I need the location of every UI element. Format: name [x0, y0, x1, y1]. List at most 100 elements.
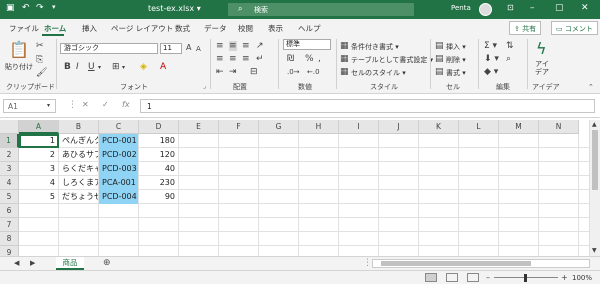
table-cell[interactable]: PCD-004	[99, 190, 138, 204]
borders-icon[interactable]: ⊞	[112, 62, 120, 72]
increase-font-icon[interactable]: A	[186, 43, 191, 53]
align-left-icon[interactable]: ≡	[216, 54, 224, 64]
insert-cells-button[interactable]: 挿入 ▾	[446, 42, 466, 52]
column-header[interactable]: K	[419, 120, 459, 134]
insert-function-icon[interactable]: fx	[122, 100, 130, 109]
table-cell[interactable]: しろくまアイ	[59, 176, 98, 190]
vertical-scroll-thumb[interactable]	[592, 130, 598, 190]
collapse-ribbon-icon[interactable]: ⌃	[588, 82, 594, 92]
delete-cells-button[interactable]: 削除 ▾	[446, 55, 466, 65]
quick-access-menu-icon[interactable]: ▾	[52, 3, 56, 11]
align-middle-icon[interactable]: ≡	[229, 41, 237, 51]
number-format-select[interactable]: 標準	[283, 39, 331, 50]
row-header[interactable]: 7	[0, 218, 19, 232]
tab-view[interactable]: 表示	[268, 23, 283, 34]
minimize-icon[interactable]: –	[530, 3, 535, 13]
enter-icon[interactable]: ✓	[102, 100, 109, 109]
tab-split-icon[interactable]: ⋮	[363, 258, 372, 268]
table-cell[interactable]: 5	[19, 190, 58, 204]
user-name[interactable]: Penta	[451, 4, 471, 12]
zoom-level[interactable]: 100%	[572, 274, 592, 282]
normal-view-icon[interactable]	[425, 273, 437, 282]
comment-button[interactable]: ▭ コメント	[551, 21, 598, 35]
align-top-icon[interactable]: ≡	[216, 41, 224, 51]
next-sheet-icon[interactable]: ▶	[30, 258, 35, 268]
add-sheet-icon[interactable]: ⊕	[103, 258, 111, 268]
table-cell[interactable]: らくだキャン	[59, 162, 98, 176]
table-cell[interactable]: PCD-001	[99, 134, 138, 148]
copy-icon[interactable]: ⎘	[36, 55, 43, 65]
vertical-scrollbar[interactable]: ▲ ▼	[589, 120, 600, 256]
table-cell[interactable]: ぺんぎんクッ	[59, 134, 98, 148]
zoom-in-icon[interactable]: +	[561, 273, 568, 283]
sort-filter-icon[interactable]: ⇅	[506, 41, 514, 51]
row-header[interactable]: 2	[0, 148, 19, 162]
paste-icon[interactable]: 📋	[9, 41, 29, 59]
table-cell[interactable]: 2	[19, 148, 58, 162]
bold-button[interactable]: B	[64, 62, 71, 72]
name-box-dropdown-icon[interactable]: ▾	[47, 101, 50, 111]
conditional-format-button[interactable]: 条件付き書式 ▾	[351, 42, 399, 52]
column-header[interactable]: C	[99, 120, 139, 134]
underline-dropdown-icon[interactable]: ▾	[98, 63, 101, 73]
row-header[interactable]: 6	[0, 204, 19, 218]
spreadsheet-grid[interactable]: ABCDEFGHIJKLMN1234567891ぺんぎんクッPCD-001180…	[0, 120, 589, 260]
font-name-select[interactable]: 游ゴシック	[60, 43, 158, 54]
tab-formulas[interactable]: 数式	[175, 23, 190, 34]
horizontal-scrollbar[interactable]	[372, 259, 590, 268]
underline-button[interactable]: U	[88, 62, 95, 72]
undo-icon[interactable]: ↶	[22, 3, 30, 13]
column-header[interactable]: N	[539, 120, 579, 134]
table-cell[interactable]: PCA-001	[99, 176, 138, 190]
wrap-text-icon[interactable]: ↵	[256, 54, 264, 64]
fill-color-icon[interactable]: ◈	[140, 62, 147, 72]
table-cell[interactable]: 4	[19, 176, 58, 190]
maximize-icon[interactable]: ▢	[555, 3, 564, 13]
comma-style-icon[interactable]: ,	[318, 54, 321, 64]
share-button[interactable]: ⇪ 共有	[509, 21, 542, 35]
column-header[interactable]: A	[19, 120, 59, 134]
find-select-icon[interactable]: ⌕	[506, 54, 511, 64]
redo-icon[interactable]: ↷	[36, 3, 44, 13]
clear-icon[interactable]: ◆ ▾	[484, 67, 498, 77]
cut-icon[interactable]: ✂	[36, 41, 44, 51]
page-break-view-icon[interactable]	[467, 273, 479, 282]
row-header[interactable]: 5	[0, 190, 19, 204]
column-header[interactable]: J	[379, 120, 419, 134]
borders-dropdown-icon[interactable]: ▾	[122, 63, 125, 73]
column-header[interactable]: B	[59, 120, 99, 134]
row-header[interactable]: 3	[0, 162, 19, 176]
page-layout-view-icon[interactable]	[446, 273, 458, 282]
zoom-out-icon[interactable]: –	[486, 273, 490, 283]
column-header[interactable]: M	[499, 120, 539, 134]
tab-home[interactable]: ホーム	[44, 23, 66, 34]
cell-styles-button[interactable]: セルのスタイル ▾	[351, 68, 406, 78]
italic-button[interactable]: I	[76, 62, 79, 72]
prev-sheet-icon[interactable]: ◀	[14, 258, 19, 268]
sheet-tab[interactable]: 商品	[56, 257, 84, 270]
tab-review[interactable]: 校閲	[238, 23, 253, 34]
formula-input[interactable]: 1	[140, 99, 595, 113]
row-header[interactable]: 1	[0, 134, 19, 148]
table-cell[interactable]: だちょうゼリ	[59, 190, 98, 204]
tab-file[interactable]: ファイル	[9, 23, 39, 34]
decrease-decimal-icon[interactable]: ←.0	[307, 67, 320, 77]
scroll-up-icon[interactable]: ▲	[592, 120, 597, 130]
horizontal-scroll-thumb[interactable]	[381, 261, 531, 266]
font-size-select[interactable]: 11	[160, 43, 182, 54]
table-cell[interactable]: 3	[19, 162, 58, 176]
table-cell[interactable]: PCD-003	[99, 162, 138, 176]
decrease-font-icon[interactable]: A	[196, 44, 201, 54]
increase-decimal-icon[interactable]: .0→	[287, 67, 300, 77]
column-header[interactable]: G	[259, 120, 299, 134]
column-header[interactable]: E	[179, 120, 219, 134]
autosum-icon[interactable]: Σ ▾	[484, 41, 497, 51]
column-header[interactable]: H	[299, 120, 339, 134]
font-dialog-launcher-icon[interactable]: ⌟	[203, 82, 206, 92]
tab-data[interactable]: データ	[204, 23, 227, 34]
table-cell[interactable]: 180	[139, 134, 178, 148]
column-header[interactable]: D	[139, 120, 179, 134]
table-cell[interactable]: 120	[139, 148, 178, 162]
save-icon[interactable]: ▣	[6, 3, 15, 13]
fill-icon[interactable]: ⬇ ▾	[484, 54, 499, 64]
